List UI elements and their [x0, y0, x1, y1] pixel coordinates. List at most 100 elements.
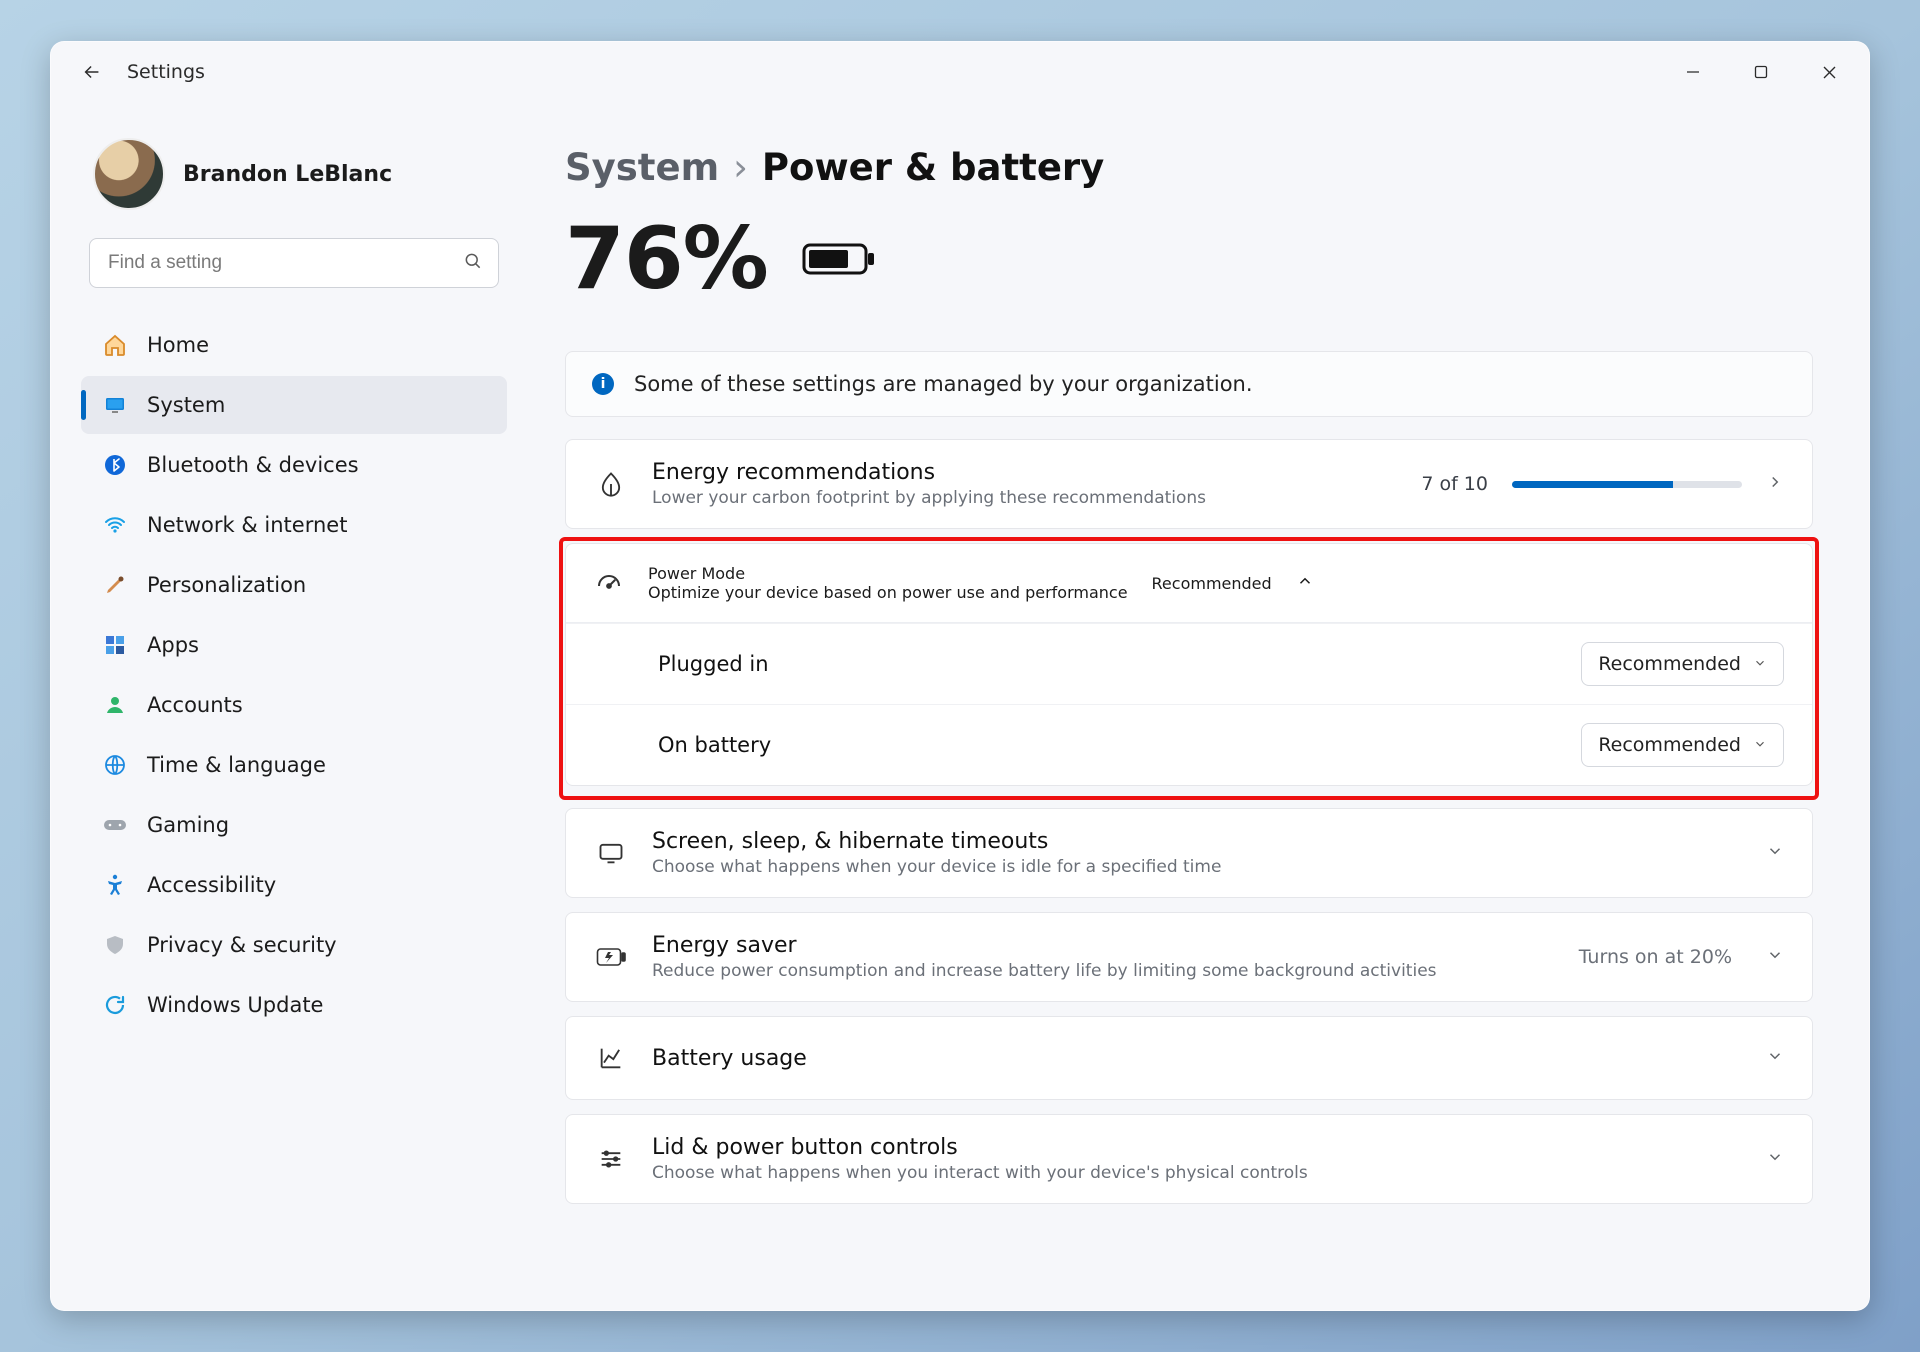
minimize-button[interactable] [1659, 49, 1727, 95]
lid-title: Lid & power button controls [652, 1135, 1742, 1160]
sidebar-item-gaming[interactable]: Gaming [81, 796, 507, 854]
chevron-down-icon [1753, 653, 1767, 675]
sidebar-item-label: System [147, 393, 225, 417]
gauge-icon [594, 566, 624, 600]
chevron-down-icon [1766, 842, 1784, 864]
sidebar-item-personalization[interactable]: Personalization [81, 556, 507, 614]
chart-icon [594, 1041, 628, 1075]
chevron-down-icon [1766, 1148, 1784, 1170]
banner-text: Some of these settings are managed by yo… [634, 372, 1253, 396]
search-icon [463, 251, 483, 275]
maximize-button[interactable] [1727, 49, 1795, 95]
sidebar-item-system[interactable]: System [81, 376, 507, 434]
energy-saver-hint: Turns on at 20% [1579, 946, 1732, 968]
wifi-icon [101, 511, 129, 539]
battery-saver-icon [594, 940, 628, 974]
profile[interactable]: Brandon LeBlanc [81, 132, 507, 238]
main-content: System › Power & battery 76% i Some of t… [521, 102, 1869, 1310]
page-title: Power & battery [762, 146, 1104, 189]
sidebar-item-privacy[interactable]: Privacy & security [81, 916, 507, 974]
battery-percent: 76% [565, 209, 768, 309]
sidebar-item-label: Bluetooth & devices [147, 453, 359, 477]
sidebar-item-bluetooth[interactable]: Bluetooth & devices [81, 436, 507, 494]
on-battery-dropdown[interactable]: Recommended [1581, 723, 1784, 767]
nav: Home System Bluetooth & devices Network … [81, 316, 507, 1034]
sidebar-item-label: Windows Update [147, 993, 323, 1017]
sliders-icon [594, 1142, 628, 1176]
person-icon [101, 691, 129, 719]
sidebar-item-time-language[interactable]: Time & language [81, 736, 507, 794]
shield-icon [101, 931, 129, 959]
sidebar: Brandon LeBlanc Home System [51, 102, 521, 1310]
energy-count: 7 of 10 [1421, 473, 1488, 495]
energy-saver-desc: Reduce power consumption and increase ba… [652, 961, 1555, 981]
power-mode-desc: Optimize your device based on power use … [648, 583, 1128, 602]
chevron-up-icon [1296, 572, 1314, 594]
dropdown-value: Recommended [1598, 653, 1741, 675]
search-wrap [89, 238, 499, 288]
power-mode-header[interactable]: Power Mode Optimize your device based on… [566, 544, 1812, 623]
sidebar-item-label: Gaming [147, 813, 229, 837]
sidebar-item-label: Accounts [147, 693, 243, 717]
update-icon [101, 991, 129, 1019]
avatar [93, 138, 165, 210]
timeouts-row[interactable]: Screen, sleep, & hibernate timeouts Choo… [565, 808, 1813, 898]
sidebar-item-label: Personalization [147, 573, 306, 597]
sidebar-item-label: Accessibility [147, 873, 276, 897]
chevron-right-icon [1766, 473, 1784, 495]
plugged-in-dropdown[interactable]: Recommended [1581, 642, 1784, 686]
system-icon [101, 391, 129, 419]
power-mode-group: Power Mode Optimize your device based on… [565, 543, 1813, 786]
power-mode-hint: Recommended [1152, 574, 1272, 593]
battery-usage-row[interactable]: Battery usage [565, 1016, 1813, 1100]
on-battery-label: On battery [658, 733, 771, 757]
back-button[interactable] [75, 55, 109, 89]
profile-name: Brandon LeBlanc [183, 162, 392, 187]
energy-progress [1512, 481, 1742, 488]
breadcrumb-root[interactable]: System [565, 146, 719, 189]
close-button[interactable] [1795, 49, 1863, 95]
battery-status: 76% [565, 209, 1813, 309]
energy-desc: Lower your carbon footprint by applying … [652, 488, 1397, 508]
power-mode-plugged-in: Plugged in Recommended [566, 623, 1812, 704]
chevron-down-icon [1753, 734, 1767, 756]
sidebar-item-home[interactable]: Home [81, 316, 507, 374]
timeouts-desc: Choose what happens when your device is … [652, 857, 1742, 877]
chevron-right-icon: › [733, 146, 748, 189]
search-input[interactable] [89, 238, 499, 288]
sidebar-item-label: Time & language [147, 753, 326, 777]
power-mode-on-battery: On battery Recommended [566, 704, 1812, 785]
gamepad-icon [101, 811, 129, 839]
sidebar-item-accounts[interactable]: Accounts [81, 676, 507, 734]
sidebar-item-label: Network & internet [147, 513, 347, 537]
energy-saver-title: Energy saver [652, 933, 1555, 958]
energy-title: Energy recommendations [652, 460, 1397, 485]
sidebar-item-accessibility[interactable]: Accessibility [81, 856, 507, 914]
sidebar-item-windows-update[interactable]: Windows Update [81, 976, 507, 1034]
settings-window: Settings Brandon LeBlanc Home [50, 41, 1870, 1311]
breadcrumb: System › Power & battery [565, 146, 1813, 189]
highlight-power-mode: Power Mode Optimize your device based on… [561, 539, 1817, 798]
sidebar-item-network[interactable]: Network & internet [81, 496, 507, 554]
power-mode-title: Power Mode [648, 564, 1128, 583]
chevron-down-icon [1766, 1047, 1784, 1069]
lid-desc: Choose what happens when you interact wi… [652, 1163, 1742, 1183]
home-icon [101, 331, 129, 359]
sidebar-item-apps[interactable]: Apps [81, 616, 507, 674]
dropdown-value: Recommended [1598, 734, 1741, 756]
energy-saver-row[interactable]: Energy saver Reduce power consumption an… [565, 912, 1813, 1002]
leaf-icon [594, 467, 628, 501]
accessibility-icon [101, 871, 129, 899]
sidebar-item-label: Apps [147, 633, 199, 657]
brush-icon [101, 571, 129, 599]
apps-icon [101, 631, 129, 659]
globe-icon [101, 751, 129, 779]
plugged-in-label: Plugged in [658, 652, 769, 676]
screen-icon [594, 836, 628, 870]
energy-recommendations-row[interactable]: Energy recommendations Lower your carbon… [565, 439, 1813, 529]
lid-controls-row[interactable]: Lid & power button controls Choose what … [565, 1114, 1813, 1204]
info-icon: i [592, 373, 614, 395]
battery-usage-title: Battery usage [652, 1046, 1742, 1071]
sidebar-item-label: Privacy & security [147, 933, 337, 957]
org-managed-banner: i Some of these settings are managed by … [565, 351, 1813, 417]
